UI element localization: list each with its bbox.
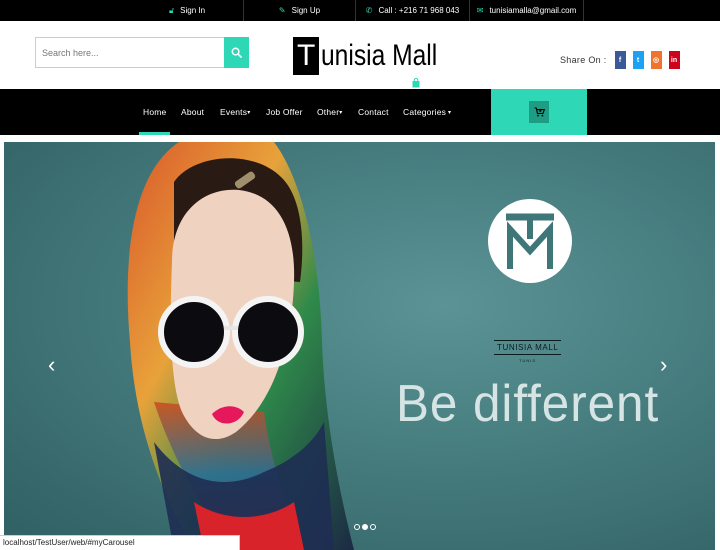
share-label: Share On : [560, 55, 607, 65]
nav-categories[interactable]: Categories ▾ [403, 89, 451, 135]
phone-icon: ✆ [365, 6, 373, 15]
carousel-prev-button[interactable]: ‹ [48, 352, 55, 378]
cart-area [491, 89, 587, 135]
tm-monogram-icon [506, 213, 554, 269]
nav-contact-label: Contact [358, 107, 389, 117]
nav-job-offer-label: Job Offer [266, 107, 303, 117]
facebook-button[interactable]: f [614, 51, 626, 69]
nav-categories-label: Categories [403, 107, 447, 117]
email-link[interactable]: ✉ tunisiamalla@gmail.com [470, 0, 584, 21]
nav-about-label: About [181, 107, 205, 117]
logo-letter: T [293, 37, 320, 75]
nav-other-label: Other [317, 107, 340, 117]
twitter-button[interactable]: t [632, 51, 644, 69]
signup-label: Sign Up [291, 6, 321, 15]
nav-home-label: Home [143, 107, 167, 117]
brand-name: TUNISIA MALL [494, 340, 562, 355]
status-bar-url: localhost/TestUser/web/#myCarousel [0, 535, 240, 550]
top-bar: 🔓︎ Sign In ✎ Sign Up ✆ Call : +216 71 96… [0, 0, 720, 21]
logo-text: unisia Mall [321, 39, 438, 72]
cart-button[interactable] [529, 101, 549, 123]
signin-link[interactable]: 🔓︎ Sign In [131, 0, 244, 21]
chevron-down-icon: ▾ [247, 109, 251, 116]
search-input[interactable] [35, 37, 224, 68]
hero-carousel: TUNISIA MALL TUNIS Be different ‹ › [4, 142, 715, 550]
facebook-icon: f [618, 56, 622, 64]
email-label: tunisiamalla@gmail.com [489, 6, 577, 15]
search-button[interactable] [224, 37, 249, 68]
chevron-right-icon: › [660, 352, 668, 377]
instagram-icon: ◎ [652, 57, 660, 64]
twitter-icon: t [636, 56, 640, 64]
carousel-tagline: Be different [396, 375, 660, 433]
nav-events-label: Events [220, 107, 248, 117]
linkedin-button[interactable]: in [668, 51, 680, 69]
carousel-dot-3[interactable] [370, 524, 376, 530]
signin-label: Sign In [180, 6, 206, 15]
lock-icon: 🔓︎ [168, 5, 175, 15]
nav-job-offer[interactable]: Job Offer [266, 89, 303, 135]
nav-about[interactable]: About [181, 89, 204, 135]
edit-icon: ✎ [278, 6, 286, 15]
nav-contact[interactable]: Contact [358, 89, 389, 135]
carousel-indicators [354, 524, 378, 530]
call-link[interactable]: ✆ Call : +216 71 968 043 [356, 0, 470, 21]
top-bar-spacer [0, 0, 131, 21]
model-photo [127, 142, 354, 550]
chevron-left-icon: ‹ [48, 352, 56, 377]
site-header: T unisia Mall Share On : f t ◎ in [0, 21, 720, 89]
cart-icon [534, 107, 545, 117]
nav-home[interactable]: Home [138, 89, 172, 135]
nav-other[interactable]: Other ▾ [317, 89, 342, 135]
main-navbar: Home About Events ▾ Job Offer Other ▾ Cont… [0, 89, 720, 135]
search-icon [231, 47, 242, 58]
signup-link[interactable]: ✎ Sign Up [244, 0, 356, 21]
carousel-dot-2[interactable] [362, 524, 368, 530]
brand-logo-circle [488, 199, 572, 283]
linkedin-icon: in [670, 56, 678, 64]
chevron-down-icon: ▾ [339, 109, 343, 116]
carousel-next-button[interactable]: › [660, 352, 667, 378]
envelope-icon: ✉ [476, 6, 484, 15]
call-label: Call : +216 71 968 043 [378, 6, 460, 15]
share-on: Share On : f t ◎ in [560, 51, 687, 69]
brand-city: TUNIS [519, 358, 536, 363]
site-logo[interactable]: T unisia Mall [293, 37, 463, 75]
nav-events[interactable]: Events ▾ [220, 89, 250, 135]
search-form [35, 37, 249, 68]
chevron-down-icon: ▾ [446, 109, 452, 116]
carousel-dot-1[interactable] [354, 524, 360, 530]
instagram-button[interactable]: ◎ [650, 51, 662, 69]
